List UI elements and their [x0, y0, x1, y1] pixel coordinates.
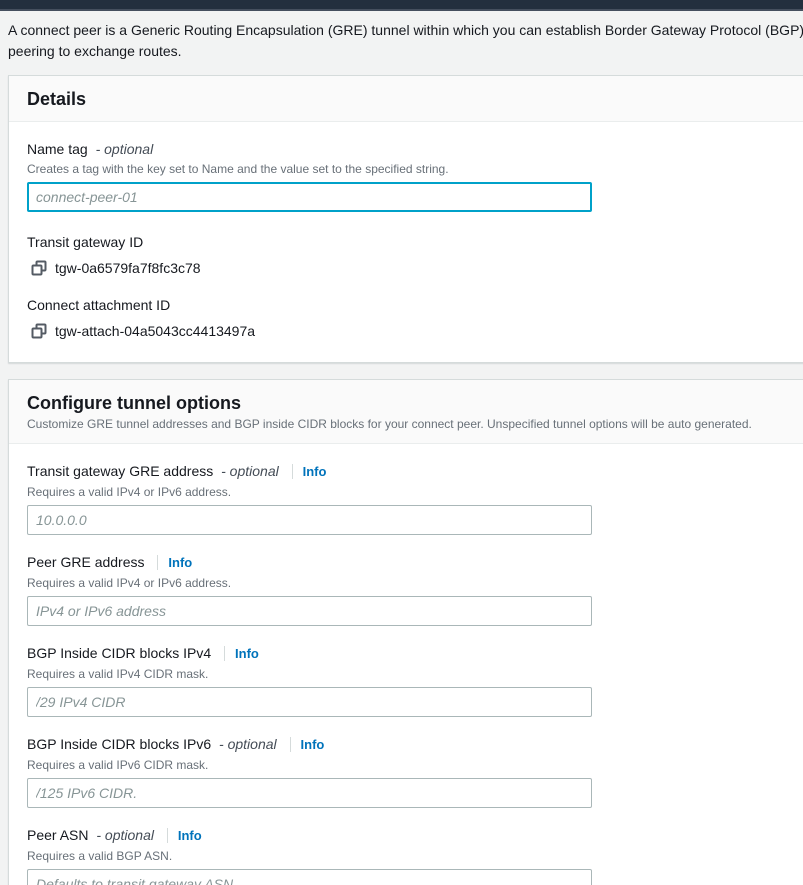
bgp-inside-cidr-ipv6-description: Requires a valid IPv6 CIDR mask.: [27, 758, 799, 772]
name-tag-label: Name tag: [27, 141, 88, 157]
name-tag-label-row: Name tag - optional: [27, 140, 799, 158]
details-card-header: Details: [9, 76, 803, 122]
transit-gateway-gre-address-label: Transit gateway GRE address: [27, 463, 213, 479]
peer-asn-input[interactable]: [27, 869, 592, 885]
name-tag-optional-suffix: - optional: [96, 141, 154, 157]
field-name-tag: Name tag - optional Creates a tag with t…: [27, 140, 799, 212]
transit-gateway-gre-address-description: Requires a valid IPv4 or IPv6 address.: [27, 485, 799, 499]
tunnel-options-card-header: Configure tunnel options Customize GRE t…: [9, 380, 803, 444]
field-bgp-inside-cidr-ipv6: BGP Inside CIDR blocks IPv6 - optional I…: [27, 735, 799, 808]
peer-asn-label: Peer ASN: [27, 827, 88, 843]
optional-suffix: - optional: [96, 827, 154, 843]
intro-line-2: peering to exchange routes.: [8, 41, 795, 62]
bgp-inside-cidr-ipv4-description: Requires a valid IPv4 CIDR mask.: [27, 667, 799, 681]
tunnel-options-card: Configure tunnel options Customize GRE t…: [8, 379, 803, 885]
tunnel-options-card-title: Configure tunnel options: [27, 392, 799, 414]
details-card-title: Details: [27, 88, 799, 110]
transit-gateway-id-label: Transit gateway ID: [27, 233, 799, 251]
intro-line-1: A connect peer is a Generic Routing Enca…: [8, 20, 795, 41]
optional-suffix: - optional: [219, 736, 277, 752]
info-link[interactable]: Info: [224, 646, 259, 661]
info-link[interactable]: Info: [157, 555, 192, 570]
bgp-inside-cidr-ipv6-label: BGP Inside CIDR blocks IPv6: [27, 736, 211, 752]
connect-attachment-id-value-row: tgw-attach-04a5043cc4413497a: [27, 323, 799, 339]
name-tag-input[interactable]: [27, 182, 592, 212]
details-card-content: Name tag - optional Creates a tag with t…: [9, 122, 803, 362]
top-navigation-bar: [0, 0, 803, 11]
info-link[interactable]: Info: [167, 828, 202, 843]
transit-gateway-gre-address-input[interactable]: [27, 505, 592, 535]
peer-gre-address-input[interactable]: [27, 596, 592, 626]
optional-suffix: - optional: [221, 463, 279, 479]
bgp-inside-cidr-ipv6-input[interactable]: [27, 778, 592, 808]
copy-icon[interactable]: [31, 323, 47, 339]
connect-attachment-id-value: tgw-attach-04a5043cc4413497a: [55, 323, 255, 339]
connect-attachment-id-field: Connect attachment ID tgw-attach-04a5043…: [27, 296, 799, 339]
connect-attachment-id-label: Connect attachment ID: [27, 296, 799, 314]
name-tag-description: Creates a tag with the key set to Name a…: [27, 162, 799, 176]
field-bgp-inside-cidr-ipv4: BGP Inside CIDR blocks IPv4 Info Require…: [27, 644, 799, 717]
field-peer-gre-address: Peer GRE address Info Requires a valid I…: [27, 553, 799, 626]
tunnel-options-card-content: Transit gateway GRE address - optional I…: [9, 444, 803, 885]
transit-gateway-id-value: tgw-0a6579fa7f8fc3c78: [55, 260, 201, 276]
page-intro: A connect peer is a Generic Routing Enca…: [8, 20, 795, 62]
peer-asn-description: Requires a valid BGP ASN.: [27, 849, 799, 863]
peer-gre-address-label: Peer GRE address: [27, 554, 145, 570]
info-link[interactable]: Info: [292, 464, 327, 479]
transit-gateway-id-value-row: tgw-0a6579fa7f8fc3c78: [27, 260, 799, 276]
transit-gateway-id-field: Transit gateway ID tgw-0a6579fa7f8fc3c78: [27, 233, 799, 276]
copy-icon[interactable]: [31, 260, 47, 276]
field-peer-asn: Peer ASN - optional Info Requires a vali…: [27, 826, 799, 885]
bgp-inside-cidr-ipv4-input[interactable]: [27, 687, 592, 717]
bgp-inside-cidr-ipv4-label: BGP Inside CIDR blocks IPv4: [27, 645, 211, 661]
peer-gre-address-description: Requires a valid IPv4 or IPv6 address.: [27, 576, 799, 590]
details-card: Details Name tag - optional Creates a ta…: [8, 75, 803, 363]
tunnel-options-card-description: Customize GRE tunnel addresses and BGP i…: [27, 417, 799, 432]
field-transit-gateway-gre-address: Transit gateway GRE address - optional I…: [27, 462, 799, 535]
info-link[interactable]: Info: [290, 737, 325, 752]
